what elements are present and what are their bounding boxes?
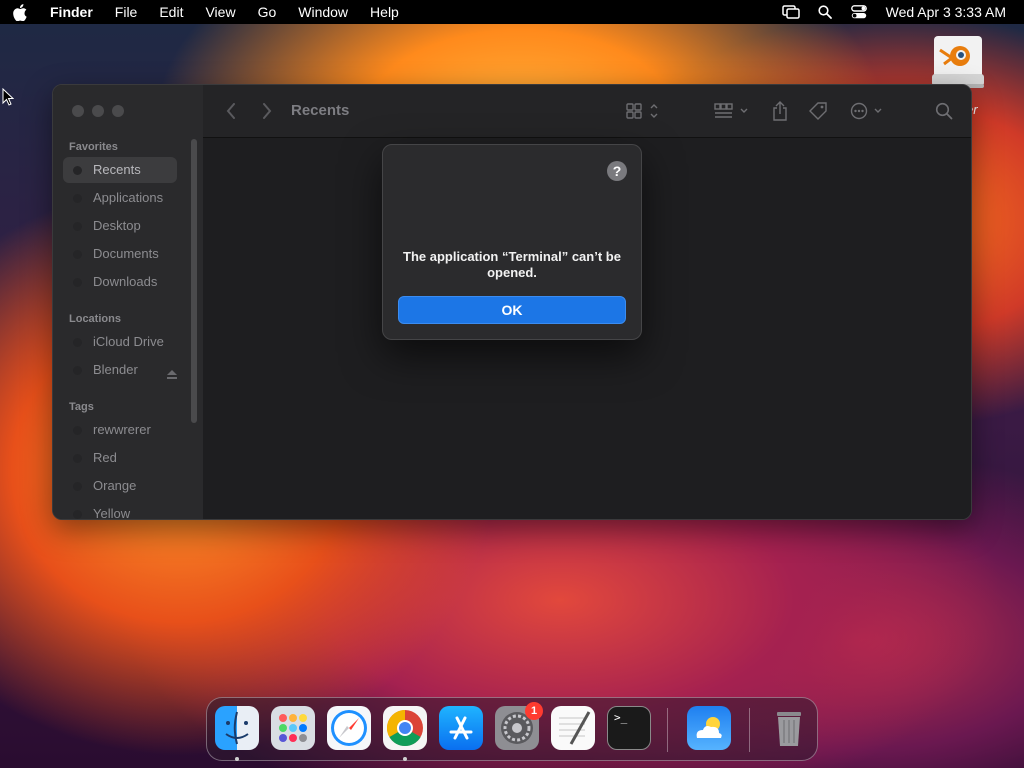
sidebar-item-icloud-drive[interactable]: iCloud Drive [63, 329, 177, 355]
sidebar-item-label: Yellow [93, 506, 131, 520]
safari-icon[interactable] [327, 706, 371, 750]
sidebar-item-label: rewwrerer [93, 422, 151, 437]
menu-bar: Finder File Edit View Go Window Help Wed… [0, 0, 1024, 24]
more-actions-icon[interactable] [849, 101, 887, 121]
sidebar-item-label: Orange [93, 478, 137, 493]
ok-button[interactable]: OK [398, 296, 626, 324]
control-center-icon[interactable] [848, 0, 870, 24]
zoom-window-button[interactable] [112, 105, 124, 117]
weather-icon[interactable] [687, 706, 731, 750]
window-title: Recents [291, 102, 350, 119]
share-icon[interactable] [769, 99, 791, 123]
terminal-icon[interactable]: >_ [607, 706, 651, 750]
menu-edit[interactable]: Edit [148, 0, 194, 24]
sidebar-item-label: Documents [93, 246, 159, 261]
recents-icon [73, 166, 82, 175]
sidebar-item-desktop[interactable]: Desktop [63, 213, 177, 239]
desktop-folder-icon [73, 222, 82, 231]
sidebar-item-tag-red[interactable]: Red [63, 445, 177, 471]
icloud-icon [73, 338, 82, 347]
eject-icon[interactable] [167, 367, 177, 382]
sidebar-item-label: Downloads [93, 274, 158, 289]
tag-color-icon [73, 454, 82, 463]
sidebar-header-favorites: Favorites [69, 141, 118, 153]
documents-icon [73, 250, 82, 259]
spotlight-search-icon[interactable] [814, 0, 836, 24]
menu-clock[interactable]: Wed Apr 3 3:33 AM [886, 4, 1006, 20]
close-window-button[interactable] [72, 105, 84, 117]
group-options-icon[interactable] [713, 101, 751, 121]
sidebar-item-label: iCloud Drive [93, 334, 164, 349]
sidebar-item-tag-yellow[interactable]: Yellow [63, 501, 177, 520]
alert-dialog: ? The application “Terminal” can’t be op… [382, 144, 642, 340]
tag-color-icon [73, 510, 82, 519]
search-icon[interactable] [933, 101, 955, 121]
menu-view[interactable]: View [194, 0, 246, 24]
apple-menu-icon[interactable] [13, 3, 39, 21]
view-grid-icon[interactable] [625, 101, 661, 121]
tag-color-icon [73, 426, 82, 435]
dock-separator [667, 708, 668, 752]
sidebar-item-downloads[interactable]: Downloads [63, 269, 177, 295]
terminal-prompt: >_ [614, 711, 628, 724]
sidebar-header-locations: Locations [69, 313, 121, 325]
sidebar-item-label: Recents [93, 162, 141, 177]
sidebar-item-documents[interactable]: Documents [63, 241, 177, 267]
finder-toolbar: Recents [203, 85, 971, 138]
sidebar-header-tags: Tags [69, 401, 94, 413]
app-store-icon[interactable] [439, 706, 483, 750]
menu-app-name[interactable]: Finder [39, 0, 104, 24]
back-chevron-icon[interactable] [223, 101, 239, 121]
sidebar-scrollbar[interactable] [191, 139, 197, 423]
finder-sidebar: Favorites Recents Applications Desktop D… [53, 85, 203, 519]
menu-bar-extras: Wed Apr 3 3:33 AM [768, 0, 1024, 24]
dock-separator [749, 708, 750, 752]
minimize-window-button[interactable] [92, 105, 104, 117]
sidebar-item-recents[interactable]: Recents [63, 157, 177, 183]
running-indicator [403, 757, 407, 761]
sidebar-item-applications[interactable]: Applications [63, 185, 177, 211]
downloads-icon [73, 278, 82, 287]
sidebar-item-tag-rewwrerer[interactable]: rewwrerer [63, 417, 177, 443]
menu-file[interactable]: File [104, 0, 149, 24]
window-controls [72, 105, 124, 117]
chrome-icon[interactable] [383, 706, 427, 750]
running-indicator [235, 757, 239, 761]
menu-help[interactable]: Help [359, 0, 410, 24]
dock: 1 >_ [206, 697, 818, 761]
sidebar-item-label: Blender [93, 362, 138, 377]
menu-go[interactable]: Go [247, 0, 288, 24]
disk-icon [73, 366, 82, 375]
applications-icon [73, 194, 82, 203]
sidebar-item-label: Desktop [93, 218, 141, 233]
screen-mirroring-icon[interactable] [780, 0, 802, 24]
sidebar-item-label: Red [93, 450, 117, 465]
finder-icon[interactable] [215, 706, 259, 750]
help-button[interactable]: ? [607, 161, 627, 181]
tag-color-icon [73, 482, 82, 491]
tag-icon[interactable] [807, 100, 829, 122]
textedit-icon[interactable] [551, 706, 595, 750]
forward-chevron-icon[interactable] [259, 101, 275, 121]
trash-icon[interactable] [767, 706, 811, 750]
notification-badge: 1 [525, 702, 543, 720]
menu-window[interactable]: Window [287, 0, 359, 24]
sidebar-item-blender[interactable]: Blender [63, 357, 177, 383]
launchpad-icon[interactable] [271, 706, 315, 750]
sidebar-item-label: Applications [93, 190, 164, 205]
sidebar-item-tag-orange[interactable]: Orange [63, 473, 177, 499]
alert-message: The application “Terminal” can’t be open… [403, 249, 621, 280]
mouse-pointer-icon [2, 87, 15, 111]
